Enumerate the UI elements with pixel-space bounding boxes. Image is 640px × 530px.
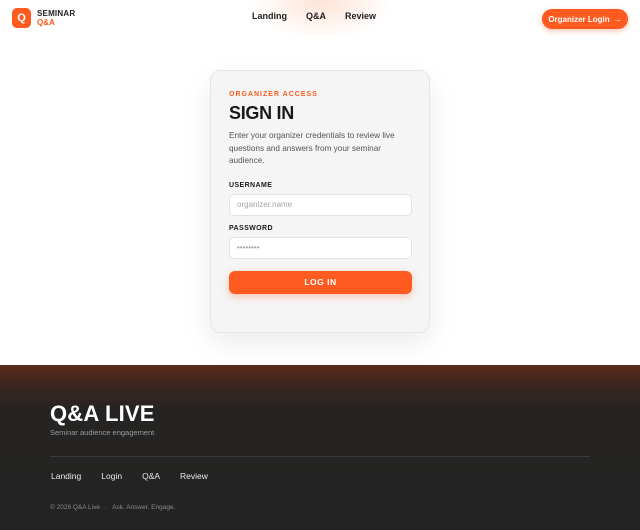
organizer-login-button[interactable]: Organizer Login → <box>542 9 628 29</box>
brand[interactable]: Q SEMINAR Q&A <box>12 8 75 28</box>
copyright-separator: · <box>104 504 108 511</box>
username-label: USERNAME <box>229 181 273 189</box>
brand-name-line2: Q&A <box>37 18 55 27</box>
organizer-access-eyebrow: ORGANIZER ACCESS <box>229 91 318 98</box>
footer-divider <box>50 456 590 457</box>
brand-logo-icon: Q <box>12 8 31 28</box>
brand-name-line1: SEMINAR <box>37 9 76 18</box>
footer-copyright: © 2026 Q&A Live · Ask. Answer. Engage. <box>50 504 175 511</box>
top-header: Q SEMINAR Q&A Landing Q&A Review Organiz… <box>0 0 640 38</box>
password-label: PASSWORD <box>229 224 273 232</box>
organizer-login-label: Organizer Login <box>548 14 610 24</box>
nav-link-qa[interactable]: Q&A <box>306 11 326 21</box>
sign-in-card: ORGANIZER ACCESS SIGN IN Enter your orga… <box>210 70 430 333</box>
arrow-right-icon: → <box>613 14 622 24</box>
nav-link-landing[interactable]: Landing <box>252 11 287 21</box>
sign-in-description: Enter your organizer credentials to revi… <box>229 131 395 165</box>
footer-tagline: Seminar audience engagement <box>50 428 155 437</box>
log-in-button[interactable]: LOG IN <box>229 270 412 294</box>
nav-link-review[interactable]: Review <box>345 11 376 21</box>
username-input[interactable] <box>229 193 412 216</box>
password-input[interactable] <box>229 236 412 259</box>
copyright-text: © 2026 Q&A Live <box>50 504 100 511</box>
footer-nav: Landing Login Q&A Review <box>51 471 228 481</box>
page-title: SIGN IN <box>229 103 294 123</box>
footer-link-landing[interactable]: Landing <box>51 471 81 481</box>
footer-slogan: Ask. Answer. Engage. <box>112 504 176 511</box>
footer-link-qa[interactable]: Q&A <box>142 471 160 481</box>
brand-name: SEMINAR Q&A <box>37 9 75 27</box>
main-nav: Landing Q&A Review <box>252 11 395 21</box>
footer-link-login[interactable]: Login <box>101 471 122 481</box>
footer-title: Q&A LIVE <box>50 401 155 426</box>
footer: Q&A LIVE Seminar audience engagement Lan… <box>0 365 640 530</box>
footer-link-review[interactable]: Review <box>180 471 208 481</box>
